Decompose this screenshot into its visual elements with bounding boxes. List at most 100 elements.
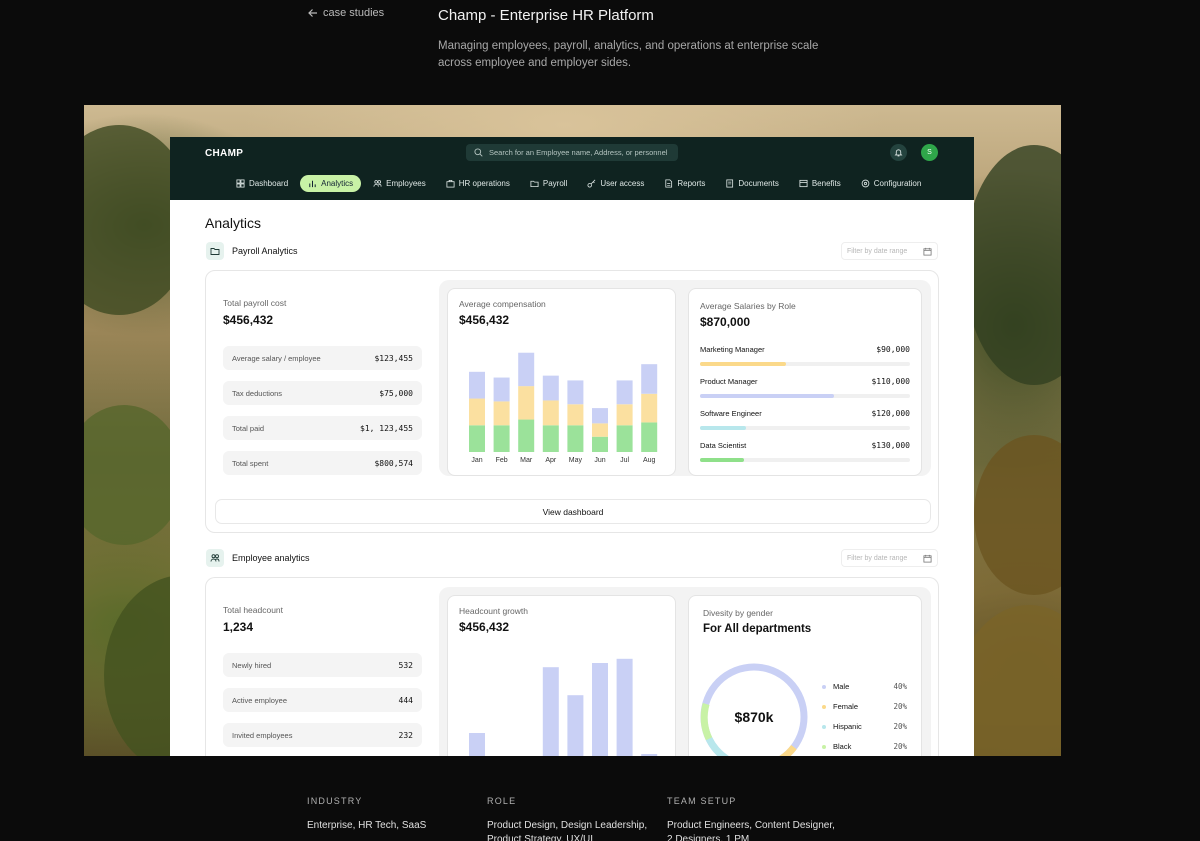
employee-panel: Total headcount 1,234 Newly hired 532 Act…: [205, 577, 939, 756]
app-screenshot: CHAMP Search for an Employee name, Addre…: [170, 137, 974, 756]
bar-segment: [641, 393, 658, 423]
headcount-growth-card: Headcount growth $456,432: [447, 595, 676, 756]
analytics-content: Analytics Payroll Analytics Filter by da…: [170, 200, 974, 756]
payroll-section-title: Payroll Analytics: [232, 246, 298, 256]
row-value: 232: [398, 730, 413, 740]
payroll-row: Average salary / employee $123,455: [223, 346, 422, 370]
payroll-date-filter[interactable]: Filter by date range: [841, 242, 938, 260]
nav-item-hr-operations[interactable]: HR operations: [438, 175, 518, 192]
role-salary-row: Software Engineer $120,000: [700, 409, 910, 430]
nav-item-label: Employees: [386, 179, 426, 188]
salaries-by-role-card: Average Salaries by Role $870,000 Market…: [688, 288, 922, 476]
nav-item-employees[interactable]: Employees: [365, 175, 434, 192]
legend-item: Female 20%: [822, 702, 907, 711]
payroll-row: Total spent $800,574: [223, 451, 422, 475]
bar-segment: [616, 425, 633, 452]
role-salary-row: Marketing Manager $90,000: [700, 345, 910, 366]
analytics-icon: [309, 180, 316, 188]
nav-item-label: Configuration: [873, 179, 922, 188]
nav-item-label: Documents: [738, 179, 779, 188]
nav-item-label: Dashboard: [249, 179, 289, 188]
payroll-row: Total paid $1, 123,455: [223, 416, 422, 440]
nav-item-benefits[interactable]: Benefits: [791, 175, 849, 192]
donut-segment-female: [779, 744, 797, 756]
notifications-button[interactable]: [890, 144, 907, 161]
nav-item-reports[interactable]: Reports: [656, 175, 713, 192]
bar-segment: [567, 380, 584, 405]
industry-value: Enterprise, HR Tech, SaaS: [307, 820, 427, 831]
nav-item-payroll[interactable]: Payroll: [522, 175, 575, 192]
employee-date-filter[interactable]: Filter by date range: [841, 549, 938, 567]
nav-item-label: Payroll: [542, 179, 568, 188]
bar-segment: [518, 386, 535, 420]
nav-item-label: User access: [600, 179, 645, 188]
search-icon: [474, 148, 483, 157]
logo: CHAMP: [205, 148, 244, 159]
row-label: Average salary / employee: [232, 353, 321, 363]
row-value: 532: [398, 660, 413, 670]
calendar-icon: [923, 554, 932, 563]
headcount-bar: [567, 695, 584, 756]
nav-item-label: Reports: [677, 179, 706, 188]
legend-percent: 20%: [893, 742, 907, 751]
nav-item-documents[interactable]: Documents: [717, 175, 786, 192]
bar-segment: [518, 419, 535, 452]
industry-heading: INDUSTRY: [307, 796, 363, 806]
bar-segment: [493, 401, 510, 426]
benefits-icon: [799, 179, 808, 188]
nav-item-dashboard[interactable]: Dashboard: [228, 175, 296, 192]
back-link[interactable]: case studies: [308, 7, 384, 19]
legend-percent: 20%: [893, 722, 907, 731]
bar-segment: [542, 400, 559, 426]
salaries-by-role-value: $870,000: [700, 315, 751, 329]
filter-placeholder: Filter by date range: [847, 554, 908, 562]
bar-segment: [616, 404, 633, 426]
legend-dot: [822, 704, 826, 709]
role-bar-track: [700, 394, 910, 398]
search-input[interactable]: Search for an Employee name, Address, or…: [466, 144, 678, 161]
bar-segment: [592, 423, 608, 437]
avatar[interactable]: S: [921, 144, 938, 161]
legend-label: Male: [833, 682, 850, 691]
headcount-growth-chart: [469, 658, 658, 756]
row-label: Total spent: [232, 458, 269, 468]
row-label: Invited employees: [232, 730, 293, 740]
folder-icon: [206, 242, 224, 260]
bar-segment: [592, 436, 608, 452]
x-tick-label: Jan: [471, 457, 482, 464]
nav-item-analytics[interactable]: Analytics: [300, 175, 362, 192]
donut-segment-hispanic: [705, 737, 729, 756]
nav-item-configuration[interactable]: Configuration: [853, 175, 930, 192]
legend-dot: [822, 684, 826, 689]
payroll-icon: [530, 180, 539, 188]
x-tick-label: Feb: [496, 457, 508, 464]
role-bar-track: [700, 362, 910, 366]
bar-segment: [542, 375, 559, 401]
legend-item: Black 20%: [822, 742, 907, 751]
legend-percent: 20%: [893, 702, 907, 711]
view-dashboard-button[interactable]: View dashboard: [215, 499, 931, 524]
nav-item-label: Analytics: [321, 179, 354, 188]
dashboard-icon: [236, 179, 245, 188]
x-tick-label: May: [569, 457, 583, 464]
role-salary-row: Product Manager $110,000: [700, 377, 910, 398]
legend-percent: 40%: [893, 682, 907, 691]
bar-segment: [493, 377, 510, 402]
nav-item-user-access[interactable]: User access: [579, 175, 652, 192]
headcount-row: Active employee 444: [223, 688, 422, 712]
row-value: $123,455: [374, 353, 413, 363]
legend-label: Black: [833, 742, 852, 751]
bar-segment: [641, 364, 658, 394]
employees-icon: [373, 180, 382, 187]
role-salary: $120,000: [871, 409, 910, 418]
row-value: $800,574: [374, 458, 413, 468]
nav-item-label: Benefits: [811, 179, 841, 188]
project-title: Champ - Enterprise HR Platform: [438, 7, 654, 24]
headcount-value: 1,234: [223, 620, 254, 634]
x-tick-label: Jul: [620, 457, 629, 464]
report-icon: [665, 179, 673, 188]
headcount-bar: [542, 667, 559, 756]
gear-icon: [861, 179, 870, 188]
filter-placeholder: Filter by date range: [847, 247, 908, 255]
role-bar-fill: [700, 458, 745, 462]
